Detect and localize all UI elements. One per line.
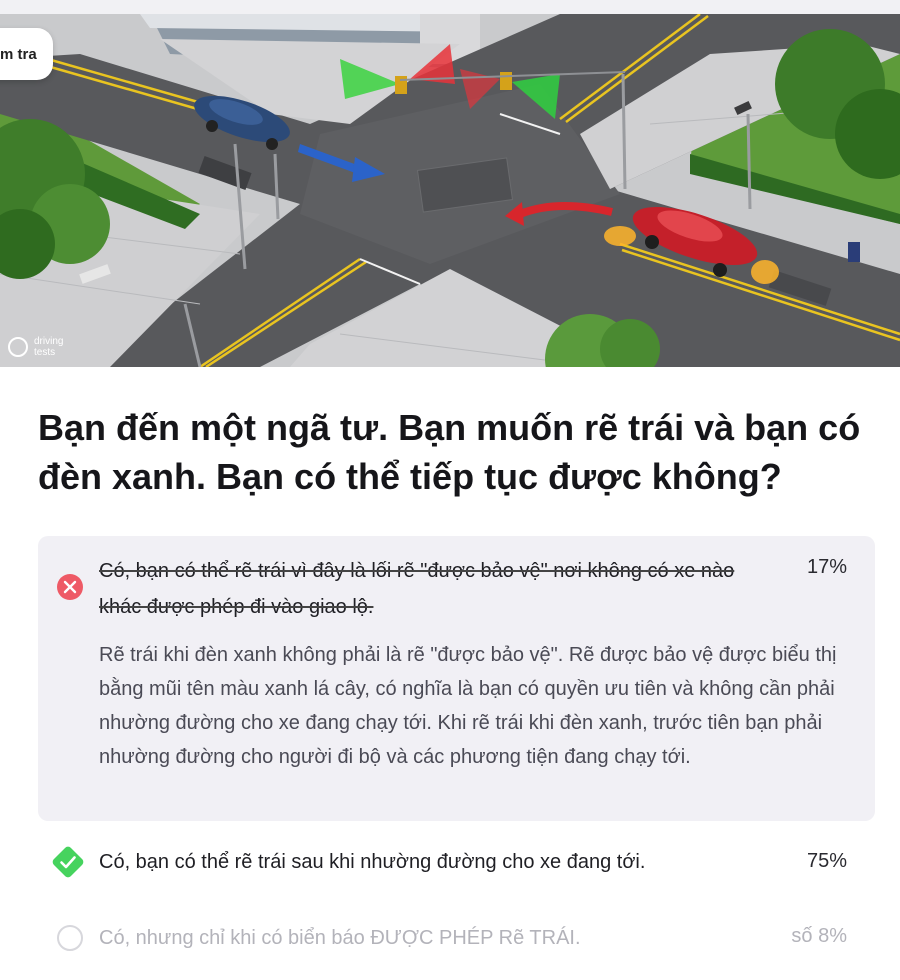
test-tag[interactable]: m tra [0,28,53,80]
answer-option-unselected[interactable]: Có, nhưng chỉ khi có biển báo ĐƯỢC PHÉP … [38,910,875,970]
intersection-illustration: driving tests [0,14,900,367]
radio-empty-icon [57,925,83,951]
answer-percent: 17% [806,556,847,578]
answer-text: Có, bạn có thể rẽ trái vì đây là lối rẽ … [99,560,735,618]
incorrect-x-icon [57,574,83,600]
top-strip [0,0,900,14]
svg-text:driving: driving [34,336,63,347]
correct-check-icon [52,846,84,878]
answer-text: Có, nhưng chỉ khi có biển báo ĐƯỢC PHÉP … [99,927,581,949]
test-tag-label: m tra [0,45,37,63]
question-text: Bạn đến một ngã tư. Bạn muốn rẽ trái và … [38,407,861,497]
answer-option-incorrect[interactable]: Có, bạn có thể rẽ trái vì đây là lối rẽ … [38,536,875,821]
answer-percent: số 8% [791,925,847,947]
question-illustration: driving tests m tra [0,14,900,367]
answer-explanation: Rẽ trái khi đèn xanh không phải là rẽ "đ… [99,644,837,768]
svg-text:tests: tests [34,347,55,358]
answer-percent: 75% [806,850,847,872]
answer-text: Có, bạn có thể rẽ trái sau khi nhường đư… [99,851,646,873]
answer-option-correct[interactable]: Có, bạn có thể rẽ trái sau khi nhường đư… [38,830,875,894]
